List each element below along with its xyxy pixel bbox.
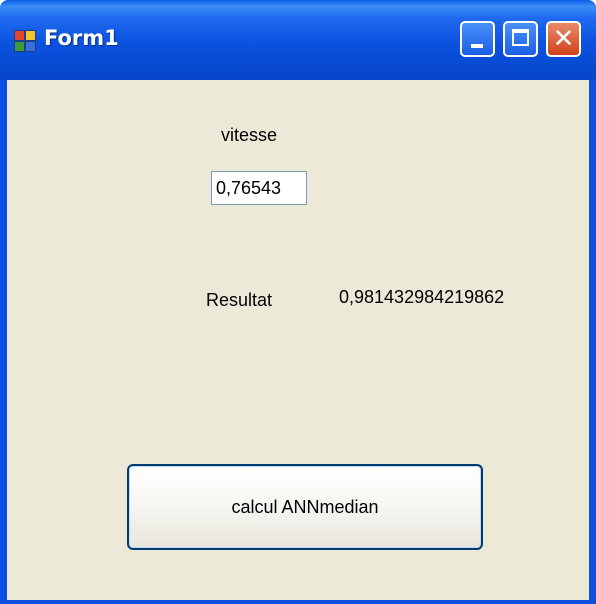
form1-window: Form1 ✕ vitesse 0,76543 Resultat 0,98143…: [0, 0, 596, 604]
window-title: Form1: [44, 26, 119, 50]
vitesse-input[interactable]: 0,76543: [211, 171, 307, 205]
calcul-annmedian-button[interactable]: calcul ANNmedian: [127, 464, 483, 550]
form-client-area: vitesse 0,76543 Resultat 0,9814329842198…: [7, 80, 589, 600]
resultat-label: Resultat: [206, 290, 273, 310]
vitesse-label: vitesse: [221, 125, 278, 145]
form-window-icon[interactable]: [14, 30, 36, 52]
resultat-value: 0,981432984219862: [339, 287, 505, 307]
maximize-icon: [512, 29, 529, 46]
close-icon: ✕: [552, 24, 575, 54]
minimize-button[interactable]: [460, 21, 495, 57]
maximize-button[interactable]: [503, 21, 538, 57]
minimize-icon: [471, 44, 483, 48]
close-button[interactable]: ✕: [546, 21, 581, 57]
title-bar[interactable]: Form1 ✕: [0, 0, 596, 80]
